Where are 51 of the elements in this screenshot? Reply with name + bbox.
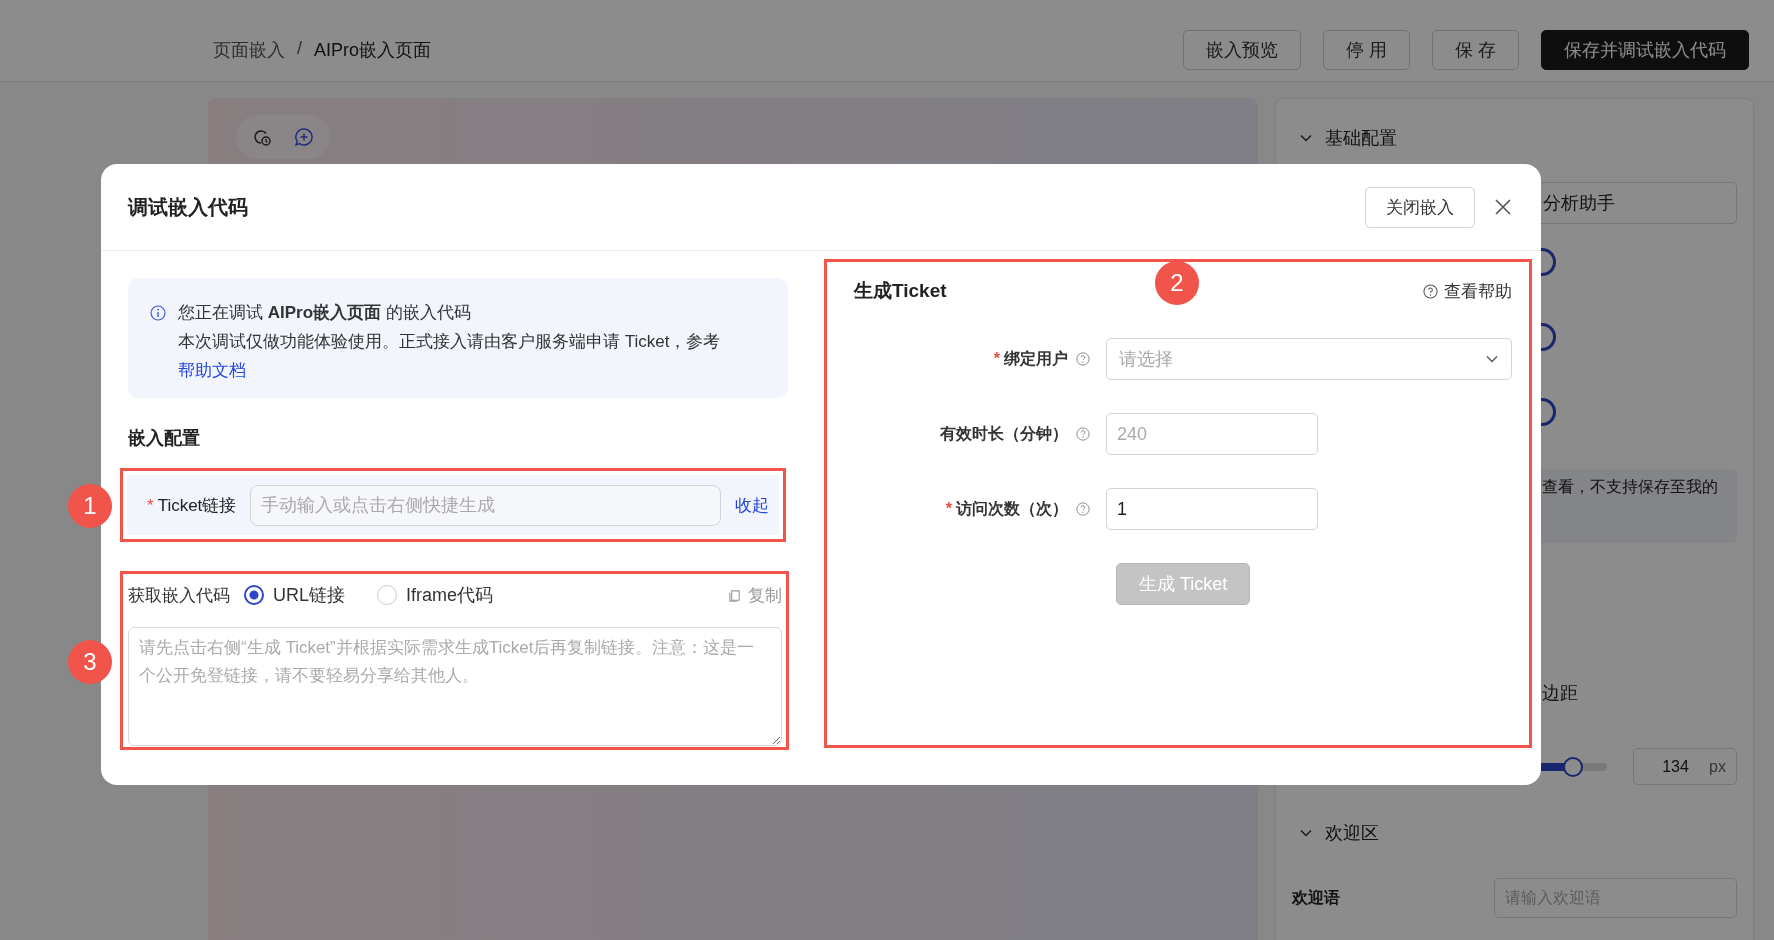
- select-placeholder: 请选择: [1119, 348, 1173, 371]
- breadcrumb-item[interactable]: 页面嵌入: [213, 37, 285, 62]
- radio-option[interactable]: Iframe代码: [377, 583, 494, 607]
- field-label: * 绑定用户: [993, 348, 1068, 369]
- collapse-link[interactable]: 收起: [735, 493, 769, 517]
- help-link[interactable]: 查看帮助: [1423, 279, 1512, 303]
- help-doc-link[interactable]: 帮助文档: [178, 361, 246, 380]
- help-icon[interactable]: [1423, 283, 1438, 299]
- ticket-link-field[interactable]: 手动输入或点击右侧快捷生成: [250, 484, 721, 526]
- radio-icon[interactable]: [244, 585, 264, 605]
- slider-thumb[interactable]: [1562, 756, 1583, 777]
- new-chat-icon[interactable]: [294, 127, 314, 147]
- toolbar-button[interactable]: 停 用: [1322, 29, 1410, 70]
- annotation-badge: 2: [1155, 261, 1199, 305]
- toolbar-button[interactable]: 嵌入预览: [1182, 29, 1301, 70]
- info-text: 您正在调试 AIPro嵌入页面 的嵌入代码: [178, 302, 472, 324]
- help-label: 查看帮助: [1444, 280, 1512, 303]
- copy-icon[interactable]: [727, 587, 742, 603]
- section-title: 欢迎区: [1325, 822, 1379, 845]
- section-title: 基础配置: [1325, 127, 1397, 150]
- number-field[interactable]: 134 px: [1633, 748, 1737, 785]
- info-text: 本次调试仅做功能体验使用。正式接入请由客户服务端申请 Ticket，参考 帮助文档: [178, 331, 722, 382]
- toolbar-button[interactable]: 保 存: [1432, 29, 1519, 70]
- radio-label: Iframe代码: [406, 584, 494, 607]
- field-label: 边距: [1542, 682, 1579, 705]
- annotation-badge: 3: [68, 640, 112, 684]
- radio-label: URL链接: [273, 584, 345, 607]
- history-icon[interactable]: [252, 127, 272, 147]
- breadcrumb-item: AIPro嵌入页面: [314, 38, 432, 62]
- field-label: 获取嵌入代码: [128, 584, 230, 607]
- section-title: 嵌入配置: [128, 427, 201, 450]
- toolbar-button[interactable]: 保存并调试嵌入代码: [1541, 29, 1749, 70]
- annotation-badge: 1: [68, 484, 112, 528]
- close-icon[interactable]: [1493, 197, 1513, 217]
- input-field[interactable]: 1: [1106, 488, 1318, 530]
- breadcrumb-separator: /: [297, 37, 302, 60]
- dialog-title: 调试嵌入代码: [128, 194, 249, 220]
- field-label: * 访问次数（次）: [945, 498, 1068, 519]
- unit-label: px: [1709, 757, 1726, 776]
- radio-option[interactable]: URL链接: [244, 583, 345, 607]
- input-field[interactable]: 240: [1106, 413, 1318, 455]
- info-icon: [150, 305, 166, 321]
- copy-label: 复制: [748, 584, 782, 607]
- close-embed-button[interactable]: 关闭嵌入: [1365, 186, 1475, 228]
- notice-text: 查看，不支持保存至我的: [1542, 478, 1718, 495]
- field-label: * Ticket链接: [147, 494, 237, 517]
- field-label: 欢迎语: [1292, 887, 1340, 908]
- number-value: 134: [1662, 757, 1689, 776]
- field-label: 有效时长（分钟）: [940, 423, 1068, 444]
- section-title: 生成Ticket: [854, 279, 947, 303]
- embed-code-field[interactable]: 请先点击右侧“生成 Ticket”并根据实际需求生成Ticket后再复制链接。注意：这是一个公开免登链接，请不要轻易分享给其他人。: [128, 627, 782, 746]
